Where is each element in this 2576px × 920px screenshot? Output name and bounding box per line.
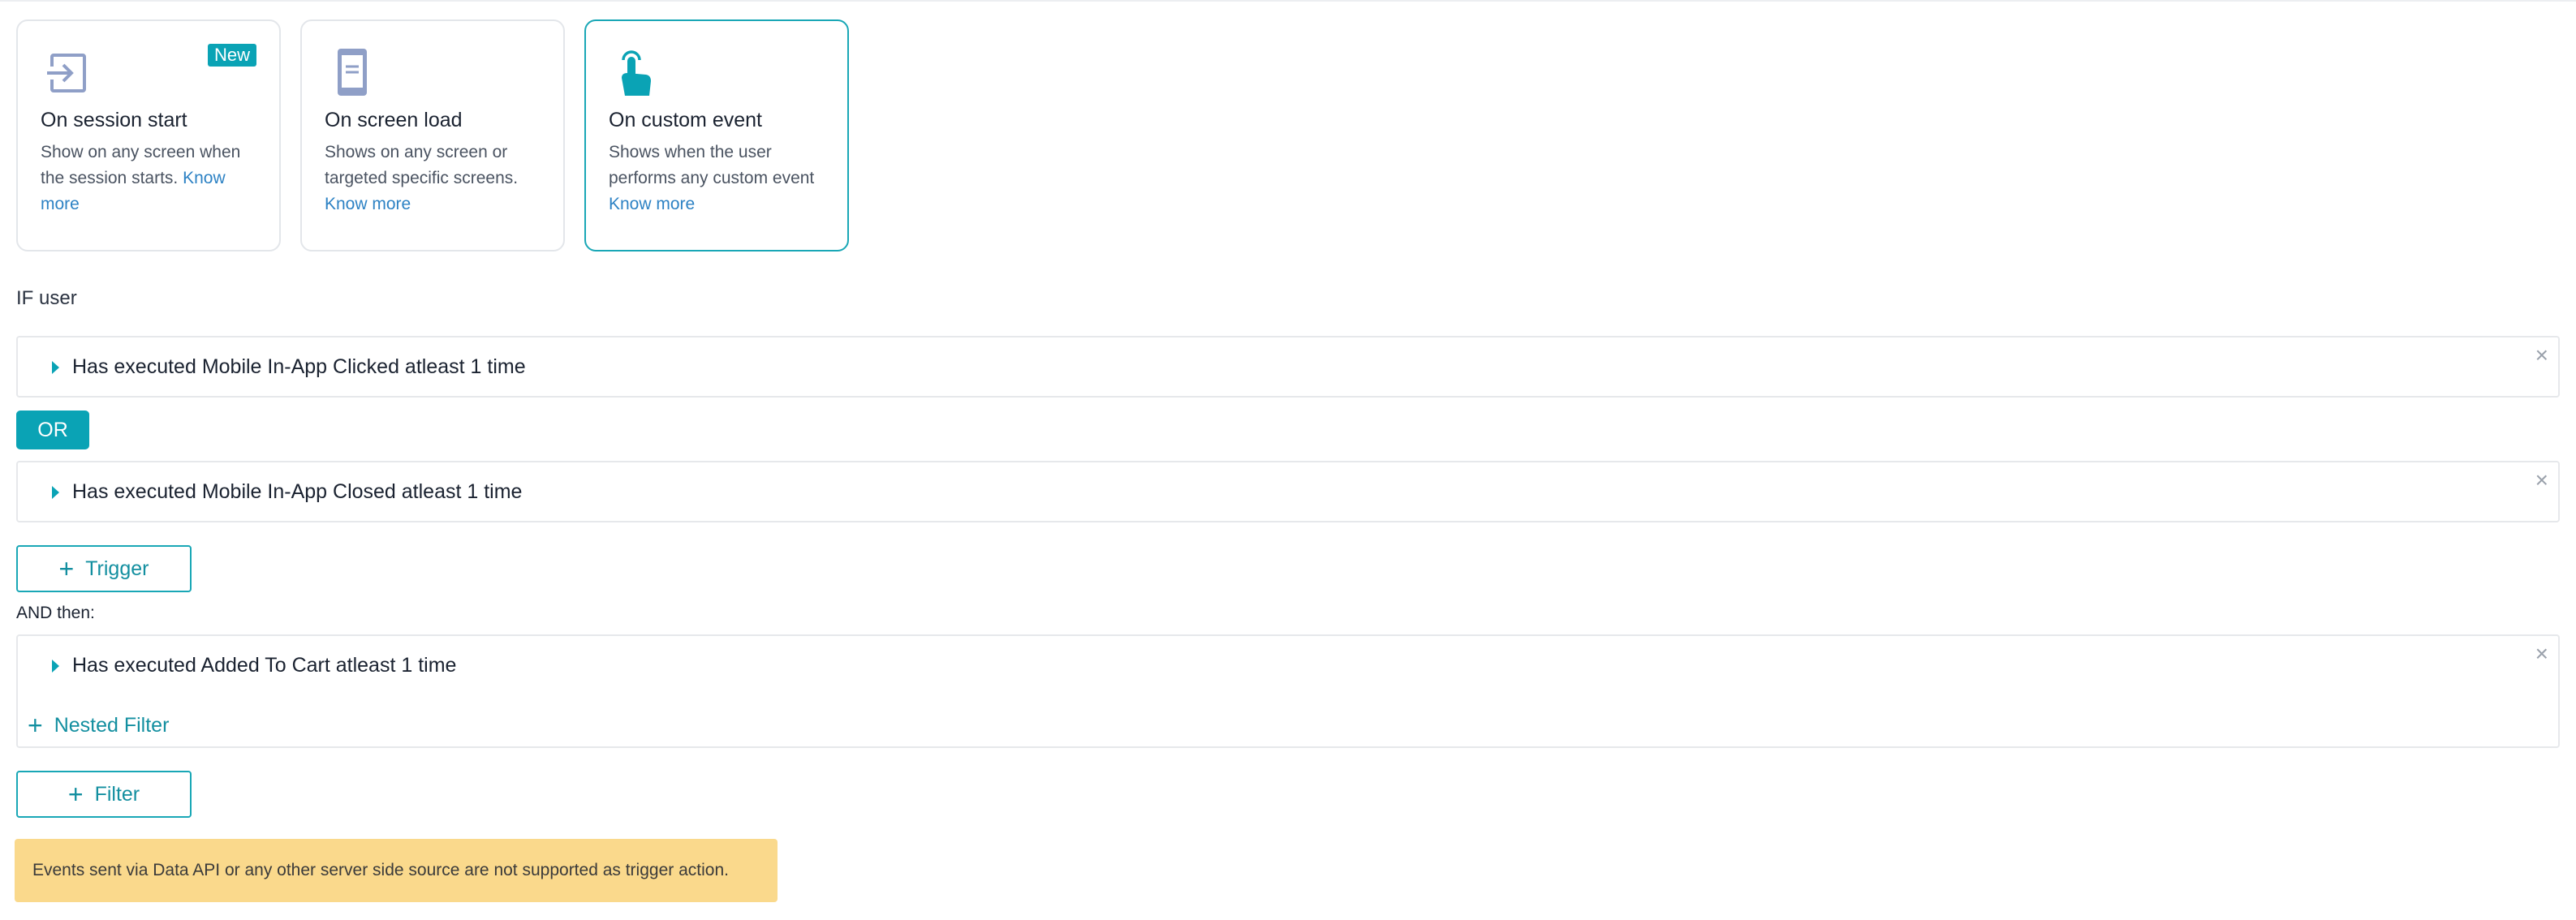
add-trigger-label: Trigger [85, 557, 149, 580]
close-icon[interactable]: × [2535, 344, 2548, 367]
add-nested-filter-button[interactable]: + Nested Filter [28, 712, 169, 738]
plus-icon: + [28, 711, 43, 740]
add-filter-button[interactable]: + Filter [16, 771, 192, 818]
expand-caret-icon[interactable] [52, 360, 59, 374]
trigger-condition-1[interactable]: Has executed Mobile In-App Clicked atlea… [16, 336, 2560, 398]
know-more-link[interactable]: Know more [325, 195, 411, 213]
card-description: Show on any screen when the session star… [41, 140, 260, 217]
card-description-text: Shows on any screen or targeted specific… [325, 143, 519, 187]
condition-text: Has executed Added To Cart atleast 1 tim… [72, 654, 457, 677]
condition-text: Has executed Mobile In-App Clicked atlea… [72, 355, 526, 378]
add-filter-label: Filter [94, 782, 140, 806]
condition-row: Has executed Added To Cart atleast 1 tim… [52, 654, 456, 677]
plus-icon: + [67, 780, 84, 809]
card-description-text: Shows when the user performs any custom … [609, 143, 815, 187]
trigger-type-cards: New On session start Show on any screen … [16, 19, 849, 251]
server-side-events-notice: Events sent via Data API or any other se… [15, 839, 778, 902]
card-on-custom-event[interactable]: On custom event Shows when the user perf… [584, 19, 849, 251]
filter-condition[interactable]: Has executed Added To Cart atleast 1 tim… [16, 634, 2560, 748]
close-icon[interactable]: × [2535, 643, 2548, 665]
add-trigger-button[interactable]: + Trigger [16, 545, 192, 592]
enter-arrow-icon [45, 54, 86, 92]
or-operator-button[interactable]: OR [16, 411, 89, 449]
close-icon[interactable]: × [2535, 469, 2548, 492]
know-more-link[interactable]: Know more [609, 195, 695, 213]
expand-caret-icon[interactable] [52, 659, 59, 673]
condition-row: Has executed Mobile In-App Closed atleas… [52, 480, 522, 504]
card-description: Shows when the user performs any custom … [609, 140, 828, 217]
card-title: On screen load [325, 109, 463, 131]
condition-row: Has executed Mobile In-App Clicked atlea… [52, 355, 526, 379]
expand-caret-icon[interactable] [52, 485, 59, 499]
card-title: On custom event [609, 109, 762, 131]
trigger-condition-2[interactable]: Has executed Mobile In-App Closed atleas… [16, 461, 2560, 522]
mobile-screen-icon [338, 49, 367, 96]
plus-icon: + [58, 554, 75, 583]
trigger-configuration-page: New On session start Show on any screen … [0, 0, 2576, 920]
card-on-session-start[interactable]: New On session start Show on any screen … [16, 19, 281, 251]
card-on-screen-load[interactable]: On screen load Shows on any screen or ta… [300, 19, 565, 251]
if-user-label: IF user [16, 287, 77, 309]
nested-filter-label: Nested Filter [54, 713, 170, 737]
card-title: On session start [41, 109, 187, 131]
card-description: Shows on any screen or targeted specific… [325, 140, 544, 217]
condition-text: Has executed Mobile In-App Closed atleas… [72, 480, 523, 503]
tap-finger-icon [622, 50, 651, 96]
new-badge: New [207, 44, 256, 67]
and-then-label: AND then: [16, 604, 95, 622]
